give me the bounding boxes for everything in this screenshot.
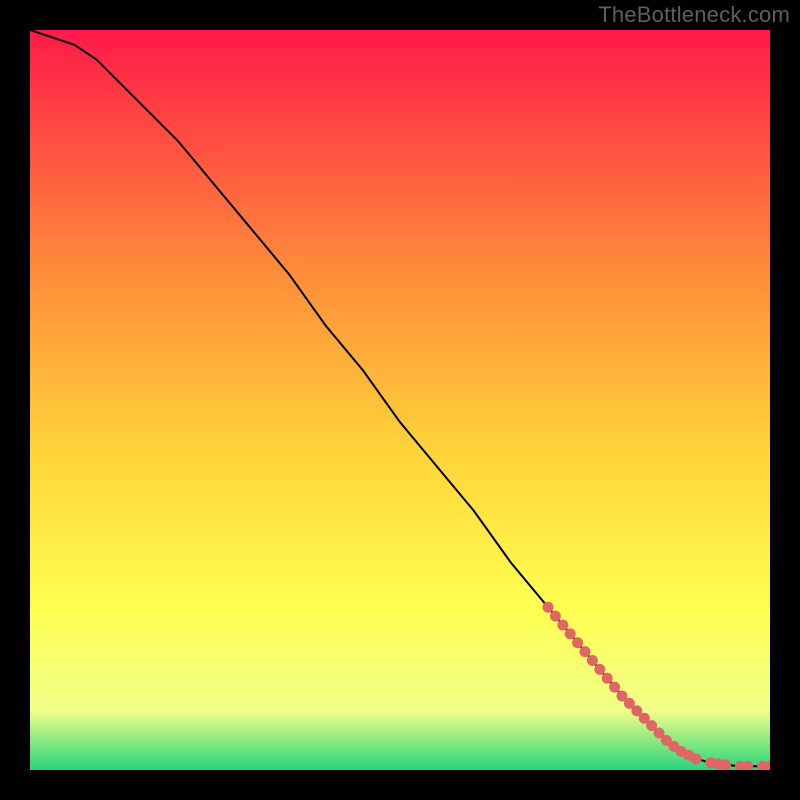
data-marker — [691, 753, 702, 764]
gradient-background — [30, 30, 770, 770]
plot-area — [30, 30, 770, 770]
plot-svg — [30, 30, 770, 770]
watermark-text: TheBottleneck.com — [598, 2, 790, 28]
data-marker — [587, 655, 598, 666]
data-marker — [572, 637, 583, 648]
data-marker — [602, 673, 613, 684]
data-marker — [565, 628, 576, 639]
chart-frame: TheBottleneck.com — [0, 0, 800, 800]
data-marker — [580, 646, 591, 657]
data-marker — [609, 682, 620, 693]
data-marker — [557, 619, 568, 630]
data-marker — [720, 759, 731, 770]
data-marker — [543, 602, 554, 613]
data-marker — [594, 664, 605, 675]
data-marker — [550, 611, 561, 622]
